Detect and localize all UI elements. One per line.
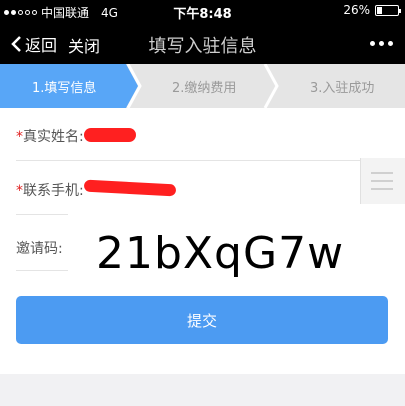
battery-info: 26% bbox=[343, 3, 401, 17]
phone-input-redaction[interactable] bbox=[83, 179, 177, 197]
step-2-label: 2.缴纳费用 bbox=[172, 81, 237, 96]
phone-field-label: *联系手机: bbox=[16, 183, 84, 199]
nav-bar: 返回 关闭 填写入驻信息 bbox=[0, 22, 405, 64]
invite-code-input[interactable]: 21bXqG7w bbox=[96, 228, 344, 279]
divider bbox=[16, 270, 68, 271]
divider bbox=[16, 214, 68, 215]
page-title: 填写入驻信息 bbox=[148, 36, 257, 57]
step-separator-2 bbox=[263, 64, 279, 108]
invite-field-label: 邀请码: bbox=[16, 241, 63, 257]
divider bbox=[16, 160, 360, 161]
step-progress: 1.填写信息 2.缴纳费用 3.入驻成功 bbox=[0, 64, 405, 108]
step-1-label: 1.填写信息 bbox=[32, 81, 97, 96]
name-field-label: *真实姓名: bbox=[16, 129, 84, 145]
bottom-area bbox=[0, 374, 405, 406]
battery-icon bbox=[375, 4, 401, 16]
step-3-label: 3.入驻成功 bbox=[310, 81, 375, 96]
status-bar: 中国联通 4G 下午8:48 26% bbox=[0, 0, 405, 22]
battery-percent: 26% bbox=[343, 3, 370, 17]
name-input-redaction[interactable] bbox=[84, 128, 136, 142]
more-dots-icon[interactable] bbox=[370, 41, 393, 46]
submit-button[interactable]: 提交 bbox=[16, 296, 388, 344]
floating-menu-icon[interactable] bbox=[360, 158, 405, 204]
